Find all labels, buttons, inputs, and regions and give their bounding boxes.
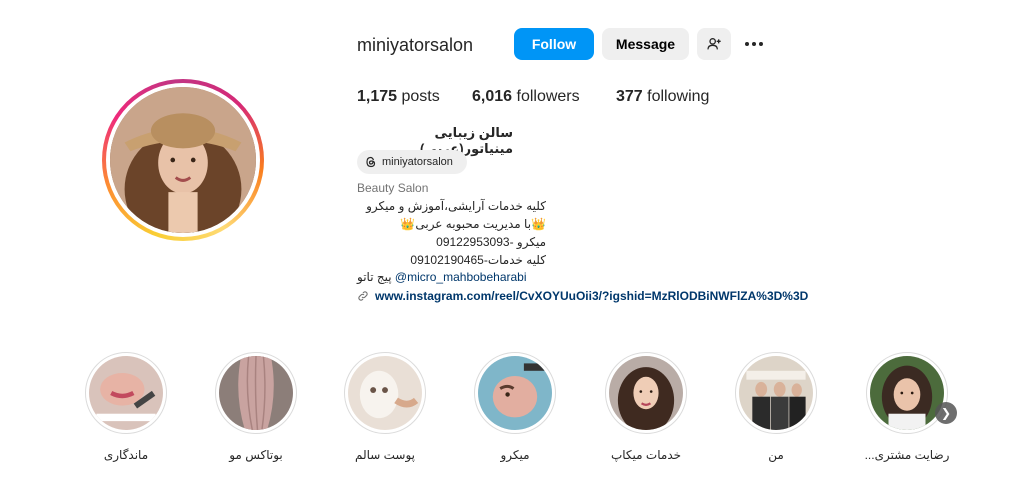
more-options-button[interactable]: [740, 34, 768, 54]
highlights-next-button[interactable]: ❯: [935, 402, 957, 424]
bio-mention-line: پیج تاتو @micro_mahbobeharabi: [357, 270, 527, 284]
highlight-cover: [870, 356, 944, 430]
highlight-item[interactable]: پوست سالم: [340, 352, 430, 462]
highlight-item[interactable]: بوتاکس مو: [211, 352, 301, 462]
highlight-cover: [609, 356, 683, 430]
highlight-label: رضایت مشتری...: [864, 448, 950, 462]
link-icon: [358, 291, 368, 301]
highlight-cover: [89, 356, 163, 430]
highlight-label: ماندگاری: [103, 448, 149, 462]
bio-line: کلیه خدمات-09102190465: [410, 253, 546, 267]
profile-username: miniyatorsalon: [357, 35, 474, 55]
following-count[interactable]: 377 following: [616, 88, 709, 106]
highlight-cover: [348, 356, 422, 430]
bio-line: میکرو -09122953093: [436, 235, 546, 249]
highlight-label: پوست سالم: [354, 448, 416, 462]
posts-count: 1,175 posts: [357, 88, 440, 105]
highlight-cover: [739, 356, 813, 430]
bio-line: 👑با مدیریت محبوبه عربی👑: [400, 217, 546, 231]
follow-button[interactable]: Follow: [514, 28, 594, 60]
highlight-label: میکرو: [500, 448, 530, 462]
highlight-item[interactable]: من: [731, 352, 821, 462]
highlight-label: بوتاکس مو: [229, 448, 283, 462]
bio-line: کلیه خدمات آرایشی،آموزش و میکرو: [366, 199, 546, 213]
message-button[interactable]: Message: [602, 28, 689, 60]
bio-mention-link[interactable]: @micro_mahbobeharabi: [395, 270, 527, 284]
highlight-item[interactable]: خدمات میکاپ: [601, 352, 691, 462]
profile-external-link[interactable]: www.instagram.com/reel/CvXOYUuOii3/?igsh…: [357, 289, 808, 303]
profile-category: Beauty Salon: [357, 181, 429, 195]
profile-avatar: [110, 87, 256, 233]
highlight-cover: [478, 356, 552, 430]
highlight-item[interactable]: میکرو: [470, 352, 560, 462]
chevron-right-icon: ❯: [940, 406, 952, 420]
highlight-label: خدمات میکاپ: [610, 448, 682, 462]
threads-badge[interactable]: miniyatorsalon: [357, 150, 467, 174]
highlight-item[interactable]: ماندگاری: [81, 352, 171, 462]
highlight-cover: [219, 356, 293, 430]
threads-icon: [366, 156, 376, 168]
profile-avatar-ring[interactable]: [102, 79, 264, 241]
highlight-label: من: [768, 448, 784, 462]
suggest-users-button[interactable]: [697, 28, 731, 60]
more-options-icon: [745, 42, 749, 46]
add-user-icon: [707, 38, 721, 50]
followers-count[interactable]: 6,016 followers: [472, 88, 580, 106]
